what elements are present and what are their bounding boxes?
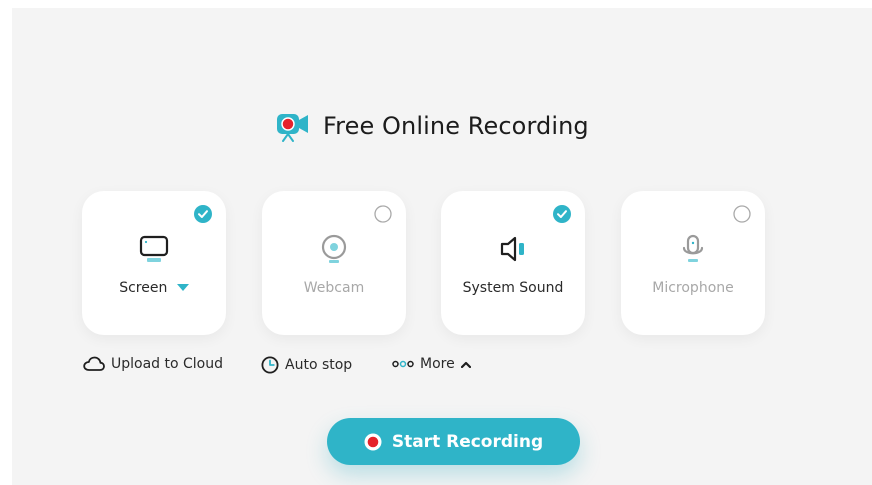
- upload-to-cloud-option[interactable]: Upload to Cloud: [83, 356, 223, 372]
- checked-icon[interactable]: [553, 205, 571, 223]
- page-title: Free Online Recording: [323, 112, 589, 140]
- unchecked-circle-icon[interactable]: [374, 205, 392, 223]
- cloud-icon: [83, 356, 105, 371]
- dropdown-caret-icon[interactable]: [176, 284, 189, 292]
- start-recording-button[interactable]: Start Recording: [327, 418, 580, 465]
- clock-icon: [261, 356, 279, 374]
- unchecked-circle-icon[interactable]: [733, 205, 751, 223]
- record-dot-icon: [364, 433, 382, 450]
- source-card-webcam[interactable]: Webcam: [262, 191, 406, 335]
- source-card-microphone[interactable]: Microphone: [621, 191, 765, 335]
- source-label-screen: Screen: [119, 280, 168, 296]
- source-label-microphone: Microphone: [652, 280, 734, 296]
- recorder-panel: Free Online Recording Screen Webcam Syst…: [12, 8, 872, 485]
- more-options-toggle[interactable]: More: [392, 356, 471, 372]
- camera-logo-icon: [277, 114, 308, 142]
- source-label-system-sound: System Sound: [462, 280, 564, 296]
- start-recording-label: Start Recording: [391, 431, 544, 452]
- source-label-webcam: Webcam: [303, 280, 365, 296]
- auto-stop-label: Auto stop: [285, 357, 353, 373]
- checked-icon[interactable]: [194, 205, 212, 223]
- speaker-icon: [500, 236, 524, 262]
- upload-to-cloud-label: Upload to Cloud: [111, 356, 223, 372]
- chevron-up-icon: [460, 361, 471, 368]
- app-heading: Free Online Recording: [275, 108, 589, 144]
- microphone-icon: [682, 234, 704, 262]
- source-card-system-sound[interactable]: System Sound: [441, 191, 585, 335]
- monitor-icon: [139, 235, 169, 262]
- auto-stop-option[interactable]: Auto stop: [261, 356, 352, 374]
- source-card-screen[interactable]: Screen: [82, 191, 226, 335]
- dots-icon: [392, 360, 414, 368]
- webcam-icon: [321, 234, 347, 263]
- more-label: More: [420, 356, 455, 372]
